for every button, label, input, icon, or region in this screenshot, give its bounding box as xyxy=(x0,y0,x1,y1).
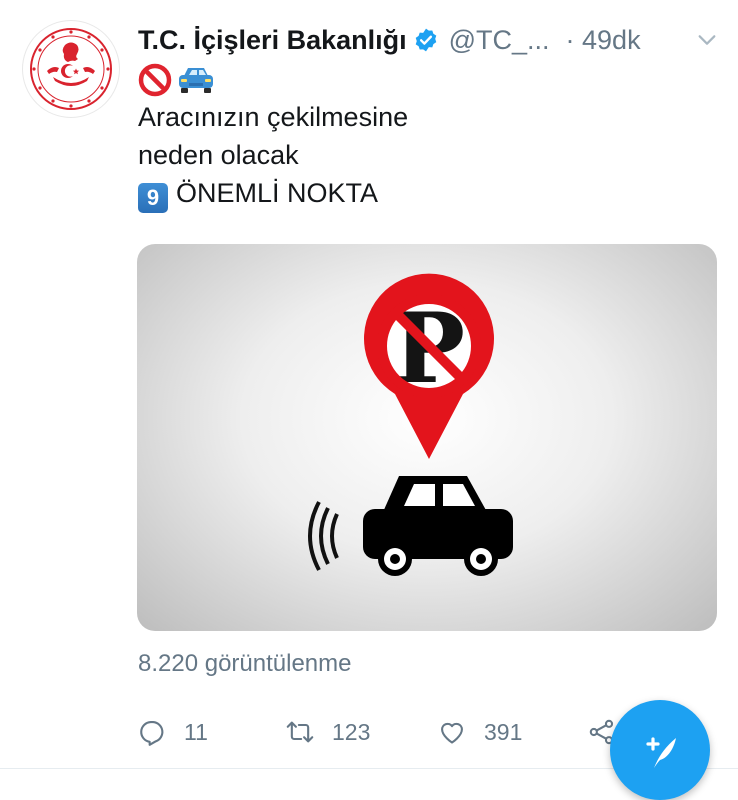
compose-tweet-icon xyxy=(646,737,676,768)
compose-tweet-button[interactable] xyxy=(610,700,710,800)
tweet-timestamp[interactable]: · 49dk xyxy=(566,25,641,56)
author-avatar[interactable] xyxy=(22,20,120,118)
reply-button[interactable]: 11 xyxy=(138,714,208,750)
no-parking-tow-illustration: P xyxy=(308,273,513,576)
tweet-line-3: 9 ÖNEMLİ NOKTA xyxy=(138,174,408,213)
retweet-button[interactable]: 123 xyxy=(286,714,370,750)
ministry-seal-logo xyxy=(30,28,112,110)
points-text: ÖNEMLİ NOKTA xyxy=(176,178,379,208)
author-name[interactable]: T.C. İçişleri Bakanlığı xyxy=(138,25,407,56)
chevron-down-icon[interactable] xyxy=(696,29,718,51)
reply-icon xyxy=(140,721,164,746)
like-button[interactable]: 391 xyxy=(438,714,522,750)
like-count: 391 xyxy=(484,718,523,745)
tweet-media-image[interactable]: P xyxy=(137,244,717,631)
retweet-count: 123 xyxy=(332,718,371,745)
emoji-row xyxy=(138,62,408,98)
keycap-number-icon: 9 xyxy=(138,183,168,213)
view-count: 8.220 görüntülenme xyxy=(138,650,352,677)
heart-icon xyxy=(441,722,463,744)
tweet-line-1: Aracınızın çekilmesine xyxy=(138,102,409,132)
tweet-line-2: neden olacak xyxy=(138,140,299,170)
author-handle[interactable]: @TC_... xyxy=(449,25,550,56)
tweet-header: T.C. İçişleri Bakanlığı @TC_... · 49dk xyxy=(138,20,718,60)
no-entry-emoji-icon xyxy=(138,63,172,97)
car-emoji-icon xyxy=(179,68,213,93)
retweet-icon xyxy=(286,721,314,743)
tweet-text: Aracınızın çekilmesine neden olacak 9 ÖNE… xyxy=(138,62,409,213)
reply-count: 11 xyxy=(184,718,208,745)
verified-badge-icon xyxy=(415,28,436,52)
